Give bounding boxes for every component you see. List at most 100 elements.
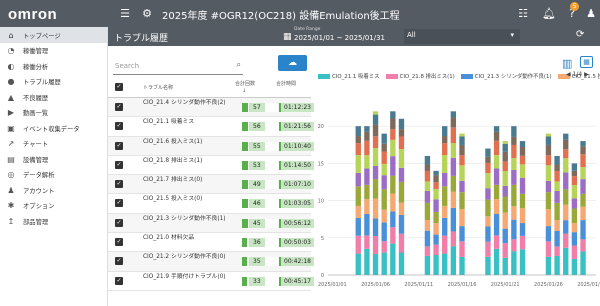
bar-segment[interactable] [502, 171, 508, 186]
bar-segment[interactable] [364, 168, 370, 185]
bar-segment[interactable] [355, 217, 361, 236]
bar-segment[interactable] [442, 186, 448, 206]
table-row[interactable]: ✓ CIO_21.3 シリンダ動作不良(1) 45 00:56:12 [108, 213, 314, 234]
bar-segment[interactable] [424, 164, 431, 171]
bar-segment[interactable] [450, 157, 457, 176]
table-view-icon[interactable]: ▦ [580, 56, 593, 68]
bar-segment[interactable] [433, 170, 439, 176]
bar-segment[interactable] [372, 236, 379, 255]
bar-segment[interactable] [519, 146, 526, 156]
user-icon[interactable]: ♟ [584, 6, 598, 20]
bar-segment[interactable] [355, 172, 361, 187]
bar-segment[interactable] [519, 208, 526, 224]
bar-segment[interactable] [450, 231, 457, 247]
bar-segment[interactable] [580, 154, 586, 168]
table-row[interactable]: ✓ CIO_21.9 手順付けトラブル(0) 33 00:45:17 [108, 271, 314, 291]
bar-segment[interactable] [459, 241, 465, 257]
bar-segment[interactable] [493, 155, 500, 169]
bar-segment[interactable] [355, 143, 361, 156]
bar-segment[interactable] [459, 133, 465, 137]
sidebar-item-7[interactable]: ↗ チャート [0, 136, 107, 152]
bar-segment[interactable] [554, 170, 560, 182]
bar-segment[interactable] [459, 209, 465, 227]
bar-segment[interactable] [511, 239, 517, 252]
bar-segment[interactable] [450, 117, 457, 128]
bar-segment[interactable] [485, 156, 491, 163]
bar-segment[interactable] [450, 207, 457, 232]
bar-segment[interactable] [450, 175, 457, 192]
bar-segment[interactable] [372, 179, 379, 199]
bar-segment[interactable] [433, 255, 439, 275]
sidebar-item-3[interactable]: ● トラブル履歴 [0, 74, 107, 90]
table-row[interactable]: ✓ CIO_21.7 排出ミス(0) 49 01:07:10 [108, 175, 314, 195]
bar-segment[interactable] [381, 151, 387, 164]
sidebar-item-5[interactable]: ▶ 動画一覧 [0, 105, 107, 121]
bar-segment[interactable] [511, 126, 517, 137]
bar-segment[interactable] [554, 246, 560, 256]
bar-segment[interactable] [450, 127, 457, 144]
sidebar-item-6[interactable]: ▣ イベント収集データ [0, 121, 107, 137]
bar-segment[interactable] [372, 111, 379, 115]
row-checkbox[interactable]: ✓ [115, 122, 123, 131]
bar-segment[interactable] [381, 252, 387, 275]
bar-segment[interactable] [398, 129, 405, 137]
legend-item[interactable]: CIO_21.3 シリンダ動作不良(1) [460, 72, 552, 80]
bar-segment[interactable] [554, 255, 560, 275]
bar-segment[interactable] [502, 243, 508, 258]
bar-segment[interactable] [519, 193, 526, 209]
bar-chart-icon[interactable]: ▥ [562, 57, 572, 70]
bar-segment[interactable] [493, 140, 500, 156]
bar-segment[interactable] [485, 162, 491, 174]
sidebar-item-1[interactable]: ◔ 稼働管理 [0, 43, 107, 59]
bar-segment[interactable] [390, 211, 396, 228]
bar-segment[interactable] [571, 176, 578, 186]
bar-segment[interactable] [442, 253, 448, 275]
row-checkbox[interactable]: ✓ [115, 199, 123, 208]
bar-segment[interactable] [424, 170, 431, 182]
bar-segment[interactable] [545, 155, 552, 166]
bar-segment[interactable] [398, 215, 405, 234]
row-checkbox[interactable]: ✓ [115, 103, 123, 111]
bar-segment[interactable] [381, 133, 387, 144]
bar-segment[interactable] [571, 208, 578, 224]
sidebar-item-2[interactable]: ◐ 稼働分析 [0, 59, 107, 75]
bar-segment[interactable] [511, 251, 517, 275]
search-field[interactable]: Search ⌕ [113, 58, 243, 75]
bar-segment[interactable] [502, 185, 508, 197]
bar-segment[interactable] [502, 161, 508, 172]
bar-segment[interactable] [502, 196, 508, 213]
bar-segment[interactable] [364, 248, 370, 275]
bar-segment[interactable] [459, 155, 465, 166]
bar-segment[interactable] [372, 165, 379, 180]
bar-segment[interactable] [398, 233, 405, 253]
bar-segment[interactable] [545, 241, 552, 257]
bar-segment[interactable] [519, 223, 526, 236]
bar-segment[interactable] [355, 186, 361, 206]
bar-segment[interactable] [398, 118, 405, 130]
bar-segment[interactable] [390, 111, 396, 119]
bar-segment[interactable] [372, 147, 379, 166]
bell-icon[interactable]: 🔔︎ [542, 6, 556, 20]
bar-segment[interactable] [398, 252, 405, 275]
settings-icon[interactable]: ⚙ [140, 6, 154, 20]
bar-segment[interactable] [459, 165, 465, 181]
bar-segment[interactable] [545, 133, 552, 137]
bar-segment[interactable] [372, 254, 379, 275]
bar-segment[interactable] [450, 111, 457, 118]
table-row[interactable]: ✓ CIO_21.6 投入ミス(1) 55 01:10:40 [108, 136, 314, 156]
bar-segment[interactable] [450, 143, 457, 158]
bar-segment[interactable] [364, 155, 370, 169]
table-row[interactable]: ✓ CIO_21.1 吸着ミス 56 01:21:56 [108, 117, 314, 137]
bar-segment[interactable] [355, 126, 361, 137]
bar-segment[interactable] [571, 170, 578, 177]
bar-segment[interactable] [502, 143, 508, 152]
bar-segment[interactable] [433, 188, 439, 200]
bar-segment[interactable] [355, 136, 361, 144]
list-icon[interactable]: ☷ [516, 6, 530, 20]
menu-icon[interactable]: ☰ [118, 6, 132, 20]
bar-segment[interactable] [381, 163, 387, 176]
bar-segment[interactable] [571, 163, 578, 171]
bar-segment[interactable] [519, 177, 526, 194]
bar-segment[interactable] [519, 155, 526, 165]
bar-segment[interactable] [485, 173, 491, 189]
